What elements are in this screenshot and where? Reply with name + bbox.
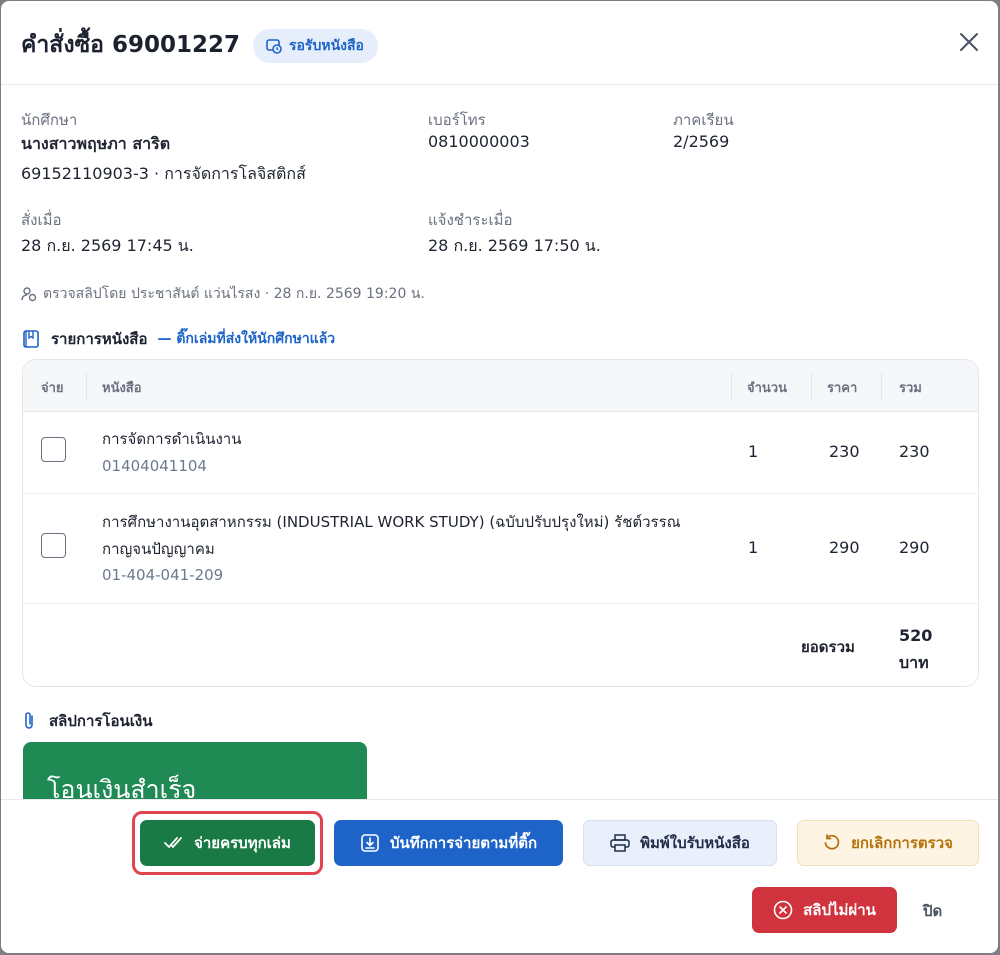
book-icon [23, 330, 39, 348]
x-circle-icon [773, 900, 793, 920]
total-label: ยอดรวม [801, 638, 855, 656]
student-name: นางสาวพฤษภา สาริต [21, 134, 171, 153]
slip-rejected-label: สลิปไม่ผ่าน [803, 901, 876, 919]
close-text-button[interactable]: ปิด [923, 899, 942, 923]
ordered-label: สั่งเมื่อ [21, 211, 62, 229]
col-qty: จำนวน [747, 381, 787, 396]
slip-rejected-button[interactable]: สลิปไม่ผ่าน [752, 887, 897, 933]
pay-checkbox[interactable] [41, 437, 66, 462]
paid-label: แจ้งชำระเมื่อ [428, 211, 513, 229]
col-pay: จ่าย [41, 381, 64, 396]
order-modal: คำสั่งซื้อ 69001227 รอรับหนังสือ นักศึกษ… [1, 1, 998, 953]
reviewer-info: ตรวจสลิปโดย ประชาสันต์ แว่นไรสง · 28 ก.ย… [21, 283, 425, 305]
status-badge-label: รอรับหนังสือ [289, 38, 364, 54]
book-price: 290 [829, 538, 860, 557]
save-checked-label: บันทึกการจ่ายตามที่ติ๊ก [389, 834, 538, 852]
slip-section-title: สลิปการโอนเงิน [21, 709, 152, 733]
slip-section-label: สลิปการโอนเงิน [49, 712, 153, 730]
rotate-ccw-icon [824, 834, 840, 850]
book-title: การศึกษางานอุตสาหกรรม (INDUSTRIAL WORK S… [102, 513, 681, 558]
term-label: ภาคเรียน [673, 111, 734, 129]
book-pickup-icon [266, 39, 282, 54]
table-row: การศึกษางานอุตสาหกรรม (INDUSTRIAL WORK S… [23, 494, 978, 604]
status-badge: รอรับหนังสือ [253, 29, 378, 63]
user-check-icon [21, 287, 37, 302]
pay-all-label: จ่ายครบทุกเล่ม [194, 834, 291, 852]
page-title: คำสั่งซื้อ 69001227 [21, 32, 241, 58]
ordered-value: 28 ก.ย. 2569 17:45 น. [21, 236, 194, 255]
paid-value: 28 ก.ย. 2569 17:50 น. [428, 236, 601, 255]
total-unit: บาท [899, 653, 929, 672]
print-receipt-label: พิมพ์ใบรับหนังสือ [640, 834, 750, 852]
book-total: 290 [899, 538, 930, 557]
download-save-icon [361, 834, 379, 852]
book-qty: 1 [748, 538, 759, 557]
col-book: หนังสือ [102, 381, 142, 396]
book-code: 01-404-041-209 [102, 566, 224, 584]
books-table: จ่าย หนังสือ จำนวน ราคา รวม การจัดการดำเ… [22, 359, 979, 687]
table-row: การจัดการดำเนินงาน 01404041104 1 230 230 [23, 412, 978, 494]
cancel-review-button[interactable]: ยกเลิกการตรวจ [797, 820, 979, 866]
pay-checkbox[interactable] [41, 533, 66, 558]
close-icon [960, 33, 978, 51]
col-price: ราคา [827, 381, 858, 396]
reviewer-text: ตรวจสลิปโดย ประชาสันต์ แว่นไรสง · 28 ก.ย… [43, 286, 425, 302]
total-value: 520 บาท [899, 622, 932, 676]
student-detail: 69152110903-3 · การจัดการโลจิสติกส์ [21, 164, 306, 183]
book-total: 230 [899, 442, 930, 461]
books-section-subtitle: — ติ๊กเล่มที่ส่งให้นักศึกษาแล้ว [157, 331, 336, 347]
printer-icon [610, 834, 630, 852]
book-qty: 1 [748, 442, 759, 461]
double-check-icon [164, 837, 182, 849]
books-section-label: รายการหนังสือ [51, 330, 148, 348]
table-header: จ่าย หนังสือ จำนวน ราคา รวม [23, 360, 978, 412]
col-total: รวม [899, 381, 922, 396]
phone-label: เบอร์โทร [428, 111, 486, 129]
close-button[interactable] [956, 29, 982, 55]
cancel-review-label: ยกเลิกการตรวจ [851, 834, 953, 852]
term-value: 2/2569 [673, 132, 730, 151]
save-checked-button[interactable]: บันทึกการจ่ายตามที่ติ๊ก [334, 820, 563, 866]
book-price: 230 [829, 442, 860, 461]
student-label: นักศึกษา [21, 111, 78, 129]
books-section-title: รายการหนังสือ — ติ๊กเล่มที่ส่งให้นักศึกษ… [21, 327, 335, 351]
phone-value: 0810000003 [428, 132, 530, 151]
paperclip-icon [25, 712, 33, 729]
book-code: 01404041104 [102, 457, 207, 475]
modal-header: คำสั่งซื้อ 69001227 รอรับหนังสือ [1, 1, 998, 85]
print-receipt-button[interactable]: พิมพ์ใบรับหนังสือ [583, 820, 777, 866]
total-amount: 520 [899, 626, 933, 645]
book-title: การจัดการดำเนินงาน [102, 430, 242, 448]
pay-all-button[interactable]: จ่ายครบทุกเล่ม [140, 820, 315, 866]
